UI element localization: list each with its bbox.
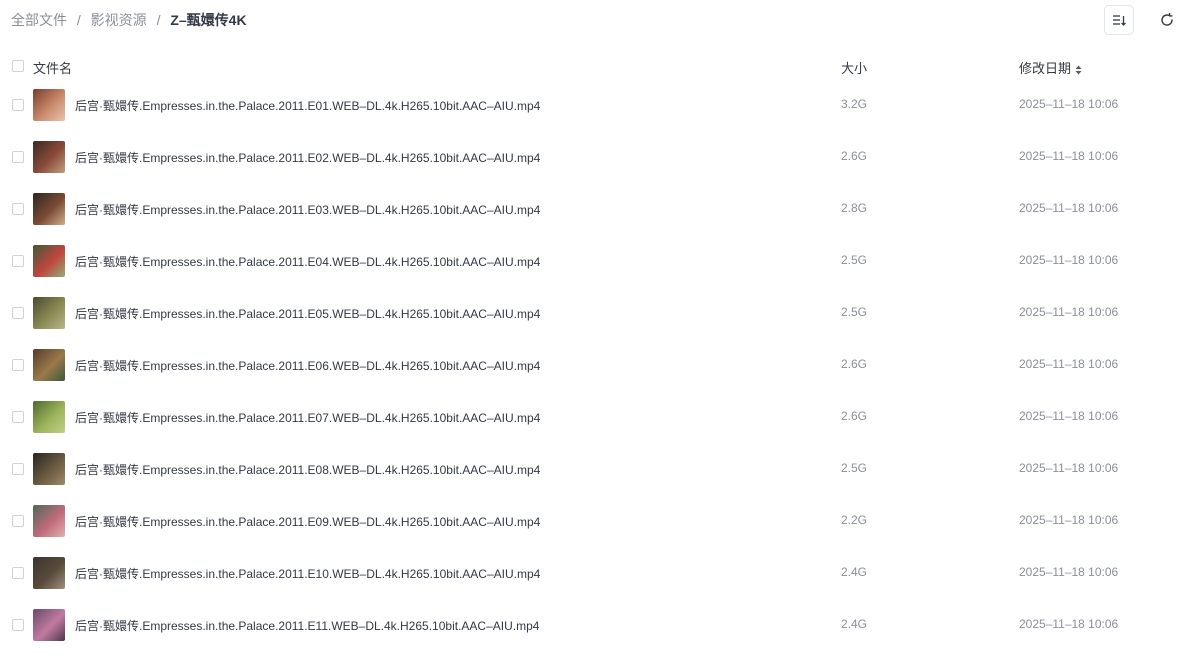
file-modified-date: 2025–11–18 10:06 bbox=[1019, 149, 1119, 163]
video-thumbnail bbox=[33, 349, 65, 381]
table-row[interactable]: 后宫·甄嬛传.Empresses.in.the.Palace.2011.E11.… bbox=[0, 599, 1190, 651]
file-size: 2.6G bbox=[841, 409, 868, 423]
select-all-checkbox[interactable] bbox=[12, 60, 24, 72]
file-size: 2.5G bbox=[841, 305, 868, 319]
file-size: 2.4G bbox=[841, 565, 868, 579]
table-row[interactable]: 后宫·甄嬛传.Empresses.in.the.Palace.2011.E04.… bbox=[0, 235, 1190, 287]
sort-button[interactable] bbox=[1104, 5, 1134, 35]
table-row[interactable]: 后宫·甄嬛传.Empresses.in.the.Palace.2011.E09.… bbox=[0, 495, 1190, 547]
file-modified-date: 2025–11–18 10:06 bbox=[1019, 461, 1119, 475]
file-name[interactable]: 后宫·甄嬛传.Empresses.in.the.Palace.2011.E08.… bbox=[75, 461, 540, 478]
breadcrumb-separator: / bbox=[76, 12, 81, 28]
file-modified-date: 2025–11–18 10:06 bbox=[1019, 305, 1119, 319]
table-row[interactable]: 后宫·甄嬛传.Empresses.in.the.Palace.2011.E06.… bbox=[0, 339, 1190, 391]
file-name[interactable]: 后宫·甄嬛传.Empresses.in.the.Palace.2011.E06.… bbox=[75, 357, 540, 374]
video-thumbnail bbox=[33, 89, 65, 121]
row-checkbox[interactable] bbox=[12, 99, 24, 111]
table-row[interactable]: 后宫·甄嬛传.Empresses.in.the.Palace.2011.E08.… bbox=[0, 443, 1190, 495]
file-modified-date: 2025–11–18 10:06 bbox=[1019, 617, 1119, 631]
row-checkbox[interactable] bbox=[12, 359, 24, 371]
table-row[interactable]: 后宫·甄嬛传.Empresses.in.the.Palace.2011.E01.… bbox=[0, 79, 1190, 131]
file-name[interactable]: 后宫·甄嬛传.Empresses.in.the.Palace.2011.E02.… bbox=[75, 149, 540, 166]
row-checkbox[interactable] bbox=[12, 567, 24, 579]
column-header-date-label: 修改日期 bbox=[1019, 61, 1072, 76]
file-modified-date: 2025–11–18 10:06 bbox=[1019, 513, 1119, 527]
file-modified-date: 2025–11–18 10:06 bbox=[1019, 201, 1119, 215]
file-name[interactable]: 后宫·甄嬛传.Empresses.in.the.Palace.2011.E01.… bbox=[75, 97, 540, 114]
table-row[interactable]: 后宫·甄嬛传.Empresses.in.the.Palace.2011.E07.… bbox=[0, 391, 1190, 443]
row-checkbox[interactable] bbox=[12, 463, 24, 475]
video-thumbnail bbox=[33, 141, 65, 173]
file-modified-date: 2025–11–18 10:06 bbox=[1019, 409, 1119, 423]
table-header: 文件名 大小 修改日期 bbox=[0, 52, 1190, 80]
file-size: 2.6G bbox=[841, 149, 868, 163]
file-list: 后宫·甄嬛传.Empresses.in.the.Palace.2011.E01.… bbox=[0, 79, 1190, 651]
file-name[interactable]: 后宫·甄嬛传.Empresses.in.the.Palace.2011.E10.… bbox=[75, 565, 540, 582]
sort-list-icon bbox=[1113, 15, 1126, 26]
video-thumbnail bbox=[33, 297, 65, 329]
top-bar: 全部文件 / 影视资源 / Z–甄嬛传4K bbox=[0, 0, 1190, 40]
table-row[interactable]: 后宫·甄嬛传.Empresses.in.the.Palace.2011.E05.… bbox=[0, 287, 1190, 339]
video-thumbnail bbox=[33, 609, 65, 641]
file-size: 2.4G bbox=[841, 617, 868, 631]
column-header-name[interactable]: 文件名 bbox=[33, 58, 72, 77]
column-header-size[interactable]: 大小 bbox=[841, 58, 867, 77]
breadcrumb-item-all-files[interactable]: 全部文件 bbox=[11, 12, 67, 28]
file-name[interactable]: 后宫·甄嬛传.Empresses.in.the.Palace.2011.E05.… bbox=[75, 305, 540, 322]
row-checkbox[interactable] bbox=[12, 515, 24, 527]
row-checkbox[interactable] bbox=[12, 307, 24, 319]
breadcrumb-separator: / bbox=[156, 12, 161, 28]
refresh-icon bbox=[1161, 12, 1173, 26]
row-checkbox[interactable] bbox=[12, 203, 24, 215]
table-row[interactable]: 后宫·甄嬛传.Empresses.in.the.Palace.2011.E10.… bbox=[0, 547, 1190, 599]
video-thumbnail bbox=[33, 505, 65, 537]
refresh-button[interactable] bbox=[1152, 5, 1182, 35]
file-name[interactable]: 后宫·甄嬛传.Empresses.in.the.Palace.2011.E11.… bbox=[75, 617, 539, 634]
video-thumbnail bbox=[33, 193, 65, 225]
file-modified-date: 2025–11–18 10:06 bbox=[1019, 565, 1119, 579]
file-name[interactable]: 后宫·甄嬛传.Empresses.in.the.Palace.2011.E09.… bbox=[75, 513, 540, 530]
file-name[interactable]: 后宫·甄嬛传.Empresses.in.the.Palace.2011.E07.… bbox=[75, 409, 540, 426]
video-thumbnail bbox=[33, 557, 65, 589]
file-size: 2.2G bbox=[841, 513, 868, 527]
file-name[interactable]: 后宫·甄嬛传.Empresses.in.the.Palace.2011.E04.… bbox=[75, 253, 540, 270]
video-thumbnail bbox=[33, 245, 65, 277]
file-size: 2.8G bbox=[841, 201, 868, 215]
video-thumbnail bbox=[33, 453, 65, 485]
file-name[interactable]: 后宫·甄嬛传.Empresses.in.the.Palace.2011.E03.… bbox=[75, 201, 540, 218]
column-header-date[interactable]: 修改日期 bbox=[1019, 58, 1082, 77]
video-thumbnail bbox=[33, 401, 65, 433]
file-size: 2.6G bbox=[841, 357, 868, 371]
row-checkbox[interactable] bbox=[12, 411, 24, 423]
file-size: 2.5G bbox=[841, 253, 868, 267]
file-modified-date: 2025–11–18 10:06 bbox=[1019, 97, 1119, 111]
breadcrumb-current: Z–甄嬛传4K bbox=[170, 12, 247, 28]
row-checkbox[interactable] bbox=[12, 255, 24, 267]
file-size: 2.5G bbox=[841, 461, 868, 475]
sort-toggle-icon bbox=[1075, 65, 1082, 75]
file-modified-date: 2025–11–18 10:06 bbox=[1019, 357, 1119, 371]
breadcrumb: 全部文件 / 影视资源 / Z–甄嬛传4K bbox=[11, 11, 247, 29]
row-checkbox[interactable] bbox=[12, 151, 24, 163]
file-size: 3.2G bbox=[841, 97, 868, 111]
file-modified-date: 2025–11–18 10:06 bbox=[1019, 253, 1119, 267]
breadcrumb-item-media[interactable]: 影视资源 bbox=[91, 12, 147, 28]
table-row[interactable]: 后宫·甄嬛传.Empresses.in.the.Palace.2011.E03.… bbox=[0, 183, 1190, 235]
table-row[interactable]: 后宫·甄嬛传.Empresses.in.the.Palace.2011.E02.… bbox=[0, 131, 1190, 183]
row-checkbox[interactable] bbox=[12, 619, 24, 631]
